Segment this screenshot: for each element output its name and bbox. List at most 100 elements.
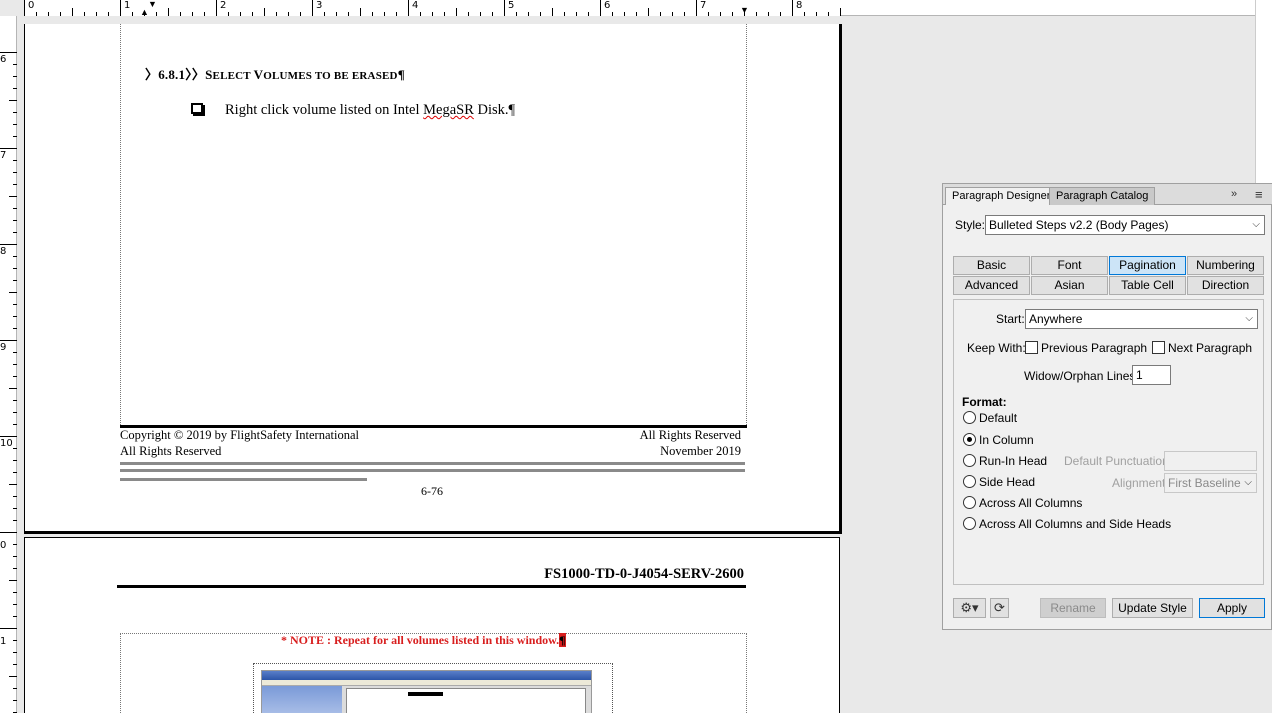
- rename-button[interactable]: Rename: [1040, 598, 1106, 618]
- ruler-tick: [13, 664, 17, 665]
- ruler-tick: [13, 220, 17, 221]
- ruler-tick: [13, 376, 17, 377]
- ruler-tick: [13, 448, 17, 449]
- ruler-tick: [780, 12, 781, 16]
- document-page[interactable]: 〉6.8.1〉〉SELECT VOLUMES TO BE ERASED¶ Rig…: [24, 24, 842, 534]
- note-paragraph[interactable]: * NOTE : Repeat for all volumes listed i…: [281, 633, 566, 648]
- refresh-icon[interactable]: ⟳: [990, 598, 1009, 618]
- ruler-tick: [384, 12, 385, 16]
- indent-marker-icon[interactable]: ▼: [148, 0, 157, 9]
- ruler-tick: [13, 472, 17, 473]
- text-frame[interactable]: [120, 24, 747, 427]
- ruler-tick: [696, 0, 697, 16]
- panel-menu-icon[interactable]: ≡: [1255, 187, 1263, 202]
- paragraph-designer-panel: Paragraph Designer Paragraph Catalog » ≡…: [942, 183, 1272, 630]
- left-indent-marker-icon[interactable]: ▲: [140, 8, 149, 17]
- format-default-radio[interactable]: [963, 411, 976, 424]
- vertical-ruler[interactable]: 6 7 8 9 10 0 1: [0, 16, 17, 713]
- ruler-tick: [312, 0, 313, 16]
- section-heading[interactable]: 〉6.8.1〉〉SELECT VOLUMES TO BE ERASED¶: [145, 64, 405, 83]
- apply-button[interactable]: Apply: [1199, 598, 1265, 618]
- ruler-tick: [564, 12, 565, 16]
- chevron-down-icon: ⌵: [1245, 313, 1253, 324]
- alignment-value: First Baseline: [1168, 476, 1241, 490]
- ruler-tick: [300, 12, 301, 16]
- ruler-tick: [9, 388, 17, 389]
- tab-numbering[interactable]: Numbering: [1187, 256, 1264, 275]
- tab-table-cell[interactable]: Table Cell: [1109, 276, 1186, 295]
- gear-menu-icon[interactable]: ⚙▾: [953, 598, 986, 618]
- ruler-tick: [13, 76, 17, 77]
- start-label: Start:: [996, 312, 1025, 326]
- ruler-tick: [828, 12, 829, 16]
- tab-pagination[interactable]: Pagination: [1109, 256, 1186, 275]
- ruler-tick: [120, 0, 121, 16]
- ruler-tick: [804, 12, 805, 16]
- tab-asian[interactable]: Asian: [1031, 276, 1108, 295]
- document-id: FS1000-TD-0-J4054-SERV-2600: [544, 566, 744, 582]
- ruler-number: 8: [796, 0, 803, 11]
- footer-copyright: Copyright © 2019 by FlightSafety Interna…: [120, 428, 359, 442]
- ruler-number: 0: [28, 0, 35, 11]
- format-in-column-radio[interactable]: [963, 433, 976, 446]
- tab-direction[interactable]: Direction: [1187, 276, 1264, 295]
- checkbox-bullet-icon: [191, 103, 203, 114]
- footer-rights-left: All Rights Reserved: [120, 444, 222, 458]
- misspelled-word[interactable]: MegaSR: [423, 102, 474, 118]
- widow-orphan-input[interactable]: 1: [1132, 365, 1171, 385]
- ruler-tick: [13, 112, 17, 113]
- ruler-tick: [13, 412, 17, 413]
- tab-advanced[interactable]: Advanced: [953, 276, 1030, 295]
- next-paragraph-checkbox[interactable]: [1152, 341, 1165, 354]
- format-across-all-columns-side-heads-radio[interactable]: [963, 517, 976, 530]
- ruler-tick: [180, 12, 181, 16]
- expand-panels-icon[interactable]: »: [1231, 188, 1237, 200]
- format-in-column-label: In Column: [979, 433, 1034, 447]
- ruler-tick: [13, 424, 17, 425]
- footer-rule: [120, 469, 745, 472]
- ruler-tick: [360, 8, 361, 16]
- ruler-tick: [228, 12, 229, 16]
- default-punctuation-input[interactable]: [1164, 451, 1257, 471]
- start-select[interactable]: Anywhere ⌵: [1025, 309, 1258, 329]
- right-indent-marker-icon[interactable]: ▼: [740, 6, 749, 15]
- ruler-tick: [816, 12, 817, 16]
- format-run-in-head-radio[interactable]: [963, 454, 976, 467]
- step-text: Disk.: [473, 102, 509, 118]
- vertical-scrollbar[interactable]: [1255, 0, 1272, 183]
- previous-paragraph-checkbox[interactable]: [1025, 341, 1038, 354]
- heading-text: V: [253, 67, 264, 82]
- tab-font[interactable]: Font: [1031, 256, 1108, 275]
- style-select[interactable]: Bulleted Steps v2.2 (Body Pages) ⌵: [985, 215, 1265, 235]
- ruler-tick: [792, 0, 793, 16]
- ruler-tick: [468, 12, 469, 16]
- chevron-down-icon: ⌵: [1252, 219, 1260, 230]
- ruler-tick: [13, 592, 17, 593]
- format-side-head-radio[interactable]: [963, 475, 976, 488]
- ruler-tick: [13, 520, 17, 521]
- ruler-number: 1: [124, 0, 131, 11]
- ruler-tick: [756, 12, 757, 16]
- ruler-tick: [348, 12, 349, 16]
- horizontal-ruler[interactable]: 0 1 2 3 4 5 6 7 8 ▼ ▲ ▼: [24, 0, 1255, 17]
- format-across-all-columns-label: Across All Columns: [979, 496, 1083, 510]
- ruler-tick: [720, 12, 721, 16]
- heading-number: 〉6.8.1〉〉: [145, 67, 206, 82]
- tab-paragraph-catalog[interactable]: Paragraph Catalog: [1049, 187, 1156, 205]
- page-number: 6-76: [421, 484, 443, 498]
- tab-paragraph-designer[interactable]: Paragraph Designer: [945, 187, 1058, 205]
- ruler-tick: [13, 556, 17, 557]
- format-across-all-columns-radio[interactable]: [963, 496, 976, 509]
- alignment-select[interactable]: First Baseline ⌵: [1164, 473, 1257, 493]
- ruler-tick: [24, 0, 25, 16]
- ruler-tick: [13, 316, 17, 317]
- tab-basic[interactable]: Basic: [953, 256, 1030, 275]
- ruler-tick: [672, 12, 673, 16]
- document-page[interactable]: FS1000-TD-0-J4054-SERV-2600 * NOTE : Rep…: [24, 537, 840, 713]
- bullet-step[interactable]: Right click volume listed on Intel MegaS…: [225, 102, 515, 119]
- embedded-screenshot-image[interactable]: [261, 670, 592, 713]
- ruler-tick: [372, 12, 373, 16]
- format-across-all-columns-side-heads-label: Across All Columns and Side Heads: [979, 517, 1172, 531]
- format-run-in-head-label: Run-In Head: [979, 454, 1048, 468]
- update-style-button[interactable]: Update Style: [1112, 598, 1193, 618]
